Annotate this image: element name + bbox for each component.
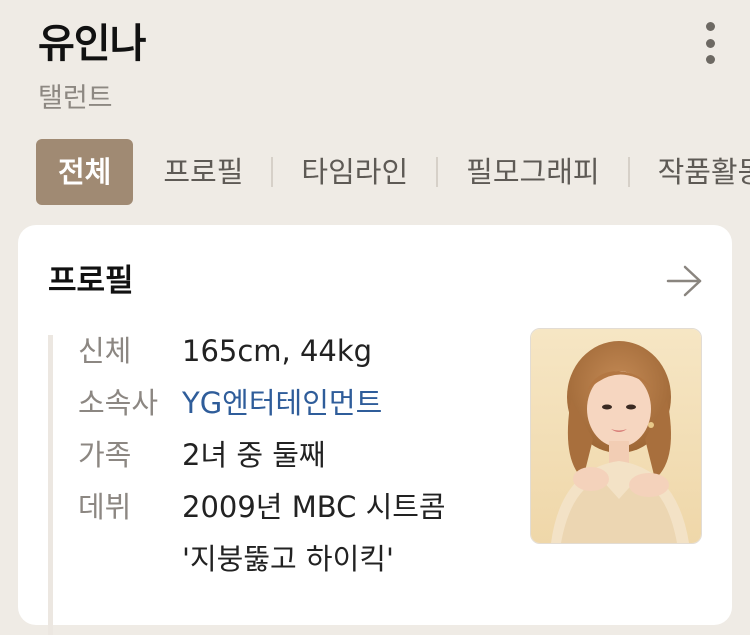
profile-header: 유인나 탤런트	[38, 18, 146, 116]
portrait-image	[531, 329, 701, 543]
agency-link[interactable]: YG엔터테인먼트	[182, 377, 482, 429]
profile-divider-line	[48, 335, 53, 635]
tab-bar: 전체 프로필 타임라인 필모그래피 작품활동	[36, 139, 750, 205]
tab-filmography[interactable]: 필모그래피	[438, 139, 627, 205]
more-options-button[interactable]	[696, 20, 724, 66]
info-row-debut: 데뷔 2009년 MBC 시트콤 '지붕뚫고 하이킥'	[78, 481, 482, 585]
info-row-agency: 소속사 YG엔터테인먼트	[78, 377, 482, 429]
person-name: 유인나	[38, 21, 146, 67]
tab-timeline[interactable]: 타임라인	[273, 139, 436, 205]
arrow-right-icon	[666, 265, 702, 297]
tab-works[interactable]: 작품활동	[630, 139, 750, 205]
more-vertical-icon-dot-3	[705, 55, 715, 64]
person-occupation: 탤런트	[38, 83, 113, 114]
profile-card-title: 프로필	[48, 263, 134, 299]
info-value: 165cm, 44kg	[182, 334, 373, 368]
info-value: 2009년 MBC 시트콤 '지붕뚫고 하이킥'	[182, 490, 446, 576]
info-row-body: 신체 165cm, 44kg	[78, 325, 482, 377]
info-label: 소속사	[78, 386, 159, 420]
info-label: 가족	[78, 438, 132, 472]
profile-card: 프로필 신체 165cm, 44kg 소속사 YG엔터테인먼트 가족 2녀 중 …	[18, 225, 732, 635]
tab-profile[interactable]: 프로필	[135, 139, 271, 205]
info-row-family: 가족 2녀 중 둘째	[78, 429, 482, 481]
more-vertical-icon-dot-2	[705, 38, 715, 48]
info-label: 신체	[78, 334, 132, 368]
profile-photo[interactable]	[530, 328, 702, 544]
profile-more-button[interactable]	[664, 263, 706, 299]
more-vertical-icon	[705, 22, 715, 31]
info-value: 2녀 중 둘째	[182, 438, 326, 472]
tab-all[interactable]: 전체	[36, 139, 134, 205]
info-label: 데뷔	[78, 490, 132, 524]
profile-info-list: 신체 165cm, 44kg 소속사 YG엔터테인먼트 가족 2녀 중 둘째 데…	[78, 325, 482, 585]
